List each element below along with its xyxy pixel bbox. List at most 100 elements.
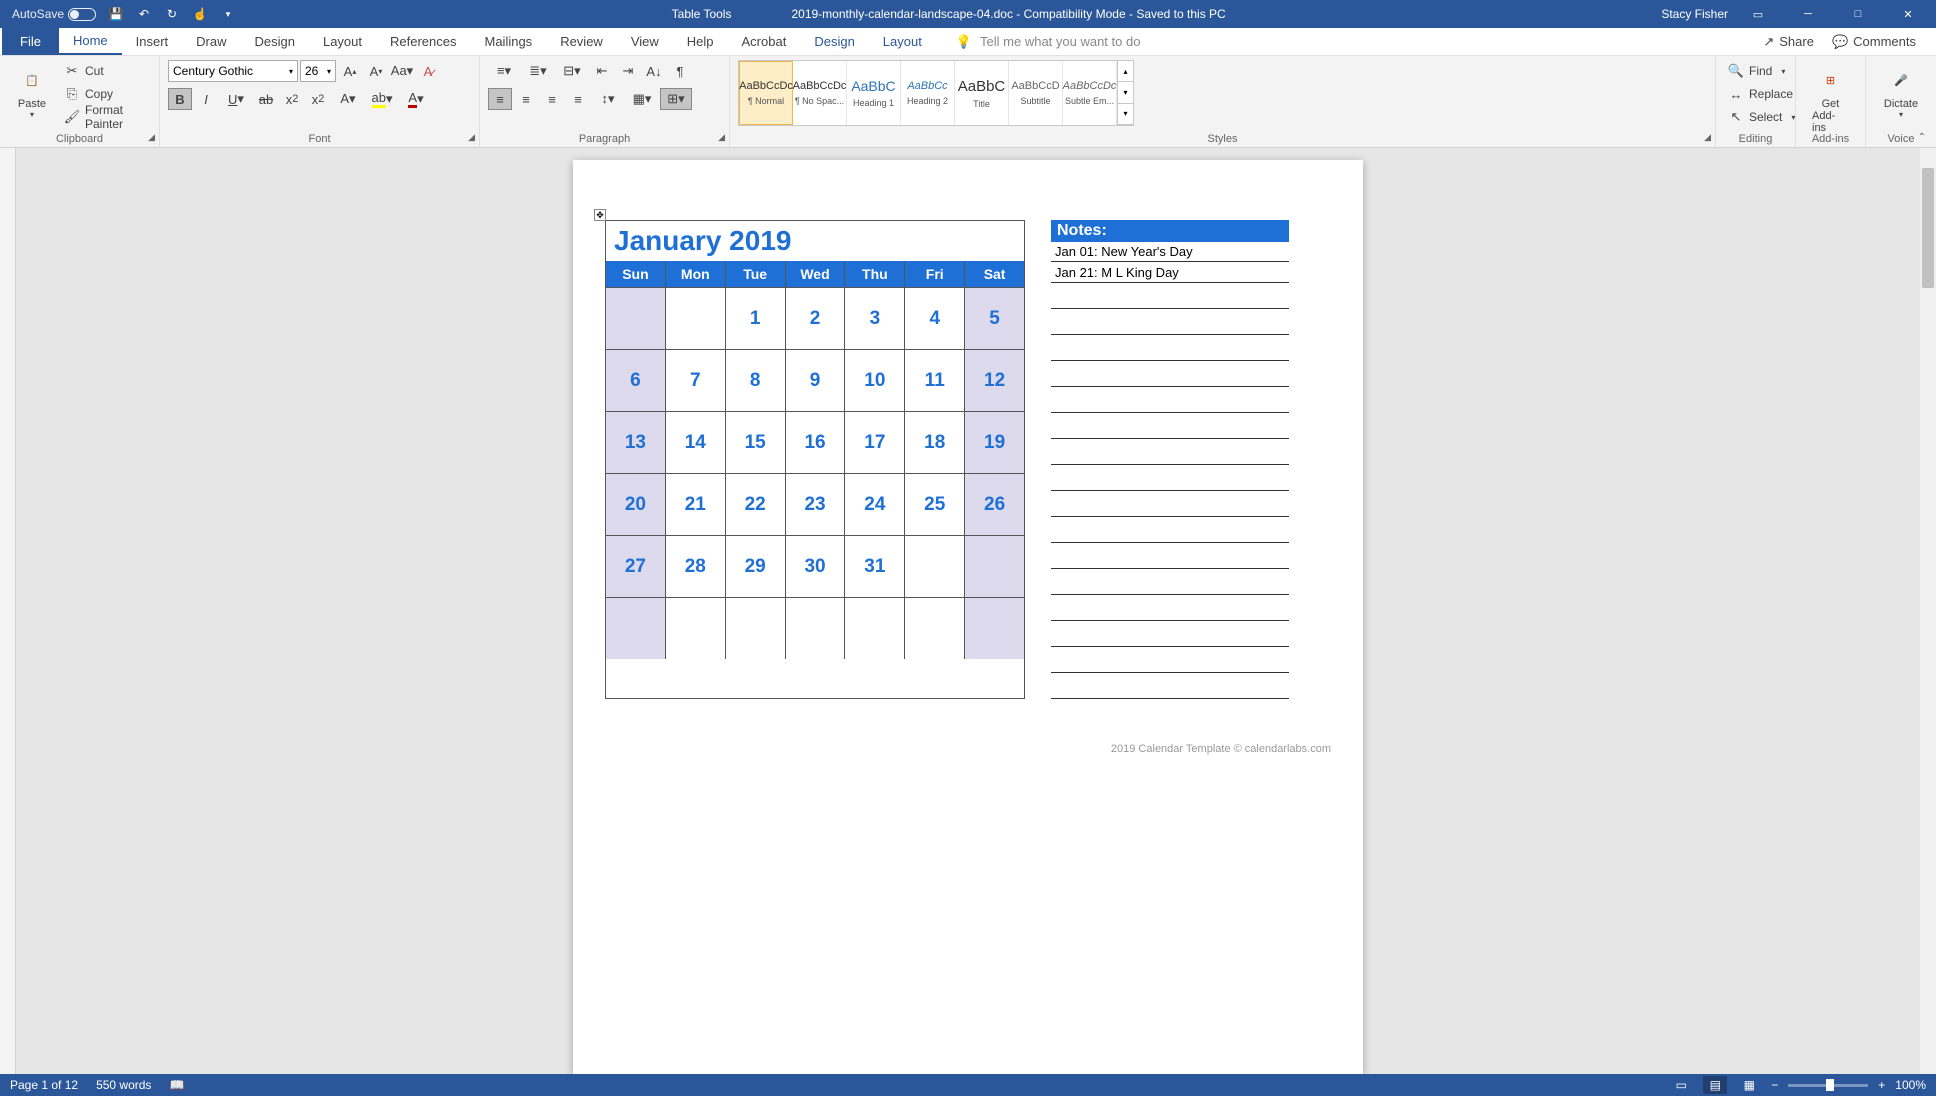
- styles-more-button[interactable]: ▾: [1118, 104, 1133, 125]
- note-blank-line[interactable]: [1051, 471, 1289, 491]
- calendar-cell[interactable]: 12: [965, 349, 1024, 411]
- note-entry[interactable]: Jan 01: New Year's Day: [1051, 242, 1289, 262]
- tab-help[interactable]: Help: [673, 28, 728, 55]
- note-entry[interactable]: Jan 21: M L King Day: [1051, 263, 1289, 283]
- calendar-cell[interactable]: [845, 597, 905, 659]
- calendar-cell[interactable]: 20: [606, 473, 666, 535]
- numbering-button[interactable]: ≣▾: [522, 60, 554, 82]
- calendar-cell[interactable]: 30: [786, 535, 846, 597]
- comments-button[interactable]: 💬Comments: [1826, 32, 1922, 52]
- calendar-cell[interactable]: 10: [845, 349, 905, 411]
- note-blank-line[interactable]: [1051, 367, 1289, 387]
- user-name[interactable]: Stacy Fisher: [1661, 7, 1728, 21]
- tab-references[interactable]: References: [376, 28, 470, 55]
- style-title[interactable]: AaBbCTitle: [955, 61, 1009, 125]
- italic-button[interactable]: I: [194, 88, 218, 110]
- calendar-cell[interactable]: [726, 597, 786, 659]
- tab-acrobat[interactable]: Acrobat: [728, 28, 801, 55]
- calendar-cell[interactable]: [905, 535, 965, 597]
- web-layout-button[interactable]: ▦: [1737, 1076, 1761, 1094]
- note-blank-line[interactable]: [1051, 445, 1289, 465]
- save-icon[interactable]: 💾: [108, 6, 124, 22]
- spellcheck-icon[interactable]: 📖: [169, 1078, 184, 1092]
- shrink-font-button[interactable]: A▾: [364, 60, 388, 82]
- align-center-button[interactable]: ≡: [514, 88, 538, 110]
- calendar-cell[interactable]: 2: [786, 287, 846, 349]
- subscript-button[interactable]: x2: [280, 88, 304, 110]
- calendar-cell[interactable]: 3: [845, 287, 905, 349]
- tab-mailings[interactable]: Mailings: [471, 28, 547, 55]
- tab-table-layout[interactable]: Layout: [869, 28, 936, 55]
- touch-mode-icon[interactable]: ☝: [192, 6, 208, 22]
- close-button[interactable]: ✕: [1888, 0, 1928, 28]
- calendar-cell[interactable]: 17: [845, 411, 905, 473]
- calendar-cell[interactable]: 22: [726, 473, 786, 535]
- note-blank-line[interactable]: [1051, 679, 1289, 699]
- style-normal[interactable]: AaBbCcDc¶ Normal: [739, 61, 793, 125]
- replace-button[interactable]: ↔Replace: [1724, 83, 1797, 105]
- zoom-handle[interactable]: [1826, 1079, 1834, 1091]
- zoom-level[interactable]: 100%: [1895, 1078, 1926, 1092]
- scrollbar-thumb[interactable]: [1922, 168, 1934, 288]
- underline-button[interactable]: U ▾: [220, 88, 252, 110]
- get-addins-button[interactable]: ⊞ Get Add-ins: [1804, 60, 1857, 138]
- calendar-cell[interactable]: 9: [786, 349, 846, 411]
- word-count[interactable]: 550 words: [96, 1078, 151, 1092]
- notes-pane[interactable]: Notes: Jan 01: New Year's Day Jan 21: M …: [1051, 220, 1289, 699]
- calendar-cell[interactable]: 5: [965, 287, 1024, 349]
- copy-button[interactable]: ⎘Copy: [60, 83, 151, 105]
- select-button[interactable]: ↖Select▾: [1724, 106, 1799, 128]
- calendar-cell[interactable]: 1: [726, 287, 786, 349]
- calendar-table[interactable]: ✥ January 2019 Sun Mon Tue Wed Thu Fri S…: [605, 220, 1025, 699]
- qat-more-icon[interactable]: ▾: [220, 6, 236, 22]
- clear-format-button[interactable]: A̷: [416, 60, 440, 82]
- multilevel-button[interactable]: ⊟▾: [556, 60, 588, 82]
- tab-table-design[interactable]: Design: [800, 28, 868, 55]
- style-subtle-emphasis[interactable]: AaBbCcDcSubtle Em...: [1063, 61, 1117, 125]
- calendar-cell[interactable]: [666, 597, 726, 659]
- superscript-button[interactable]: x2: [306, 88, 330, 110]
- calendar-cell[interactable]: [606, 287, 666, 349]
- calendar-cell[interactable]: 29: [726, 535, 786, 597]
- style-no-spacing[interactable]: AaBbCcDc¶ No Spac...: [793, 61, 847, 125]
- calendar-cell[interactable]: [666, 287, 726, 349]
- show-marks-button[interactable]: ¶: [668, 60, 692, 82]
- read-mode-button[interactable]: ▭: [1669, 1076, 1693, 1094]
- style-heading1[interactable]: AaBbCHeading 1: [847, 61, 901, 125]
- calendar-cell[interactable]: 6: [606, 349, 666, 411]
- increase-indent-button[interactable]: ⇥: [616, 60, 640, 82]
- bold-button[interactable]: B: [168, 88, 192, 110]
- calendar-cell[interactable]: 26: [965, 473, 1024, 535]
- align-right-button[interactable]: ≡: [540, 88, 564, 110]
- format-painter-button[interactable]: 🖌Format Painter: [60, 106, 151, 128]
- calendar-cell[interactable]: 31: [845, 535, 905, 597]
- font-color-button[interactable]: A▾: [400, 88, 432, 110]
- calendar-cell[interactable]: 16: [786, 411, 846, 473]
- document-workspace[interactable]: ✥ January 2019 Sun Mon Tue Wed Thu Fri S…: [0, 148, 1936, 1074]
- ribbon-display-icon[interactable]: ▭: [1738, 0, 1778, 28]
- page-count[interactable]: Page 1 of 12: [10, 1078, 78, 1092]
- undo-icon[interactable]: ↶: [136, 6, 152, 22]
- calendar-cell[interactable]: 18: [905, 411, 965, 473]
- calendar-cell[interactable]: 13: [606, 411, 666, 473]
- calendar-cell[interactable]: 4: [905, 287, 965, 349]
- styles-dialog-launcher[interactable]: ◢: [1704, 132, 1711, 143]
- highlight-button[interactable]: ab▾: [366, 88, 398, 110]
- tab-insert[interactable]: Insert: [122, 28, 183, 55]
- calendar-cell[interactable]: [965, 597, 1024, 659]
- note-blank-line[interactable]: [1051, 601, 1289, 621]
- sort-button[interactable]: A↓: [642, 60, 666, 82]
- tab-home[interactable]: Home: [59, 28, 122, 55]
- note-blank-line[interactable]: [1051, 627, 1289, 647]
- tab-review[interactable]: Review: [546, 28, 617, 55]
- calendar-cell[interactable]: 14: [666, 411, 726, 473]
- document-page[interactable]: ✥ January 2019 Sun Mon Tue Wed Thu Fri S…: [573, 160, 1363, 1074]
- calendar-cell[interactable]: [965, 535, 1024, 597]
- calendar-cell[interactable]: 24: [845, 473, 905, 535]
- note-blank-line[interactable]: [1051, 393, 1289, 413]
- calendar-cell[interactable]: [786, 597, 846, 659]
- note-blank-line[interactable]: [1051, 549, 1289, 569]
- borders-button[interactable]: ⊞▾: [660, 88, 692, 110]
- change-case-button[interactable]: Aa▾: [390, 60, 414, 82]
- tab-file[interactable]: File: [2, 28, 59, 55]
